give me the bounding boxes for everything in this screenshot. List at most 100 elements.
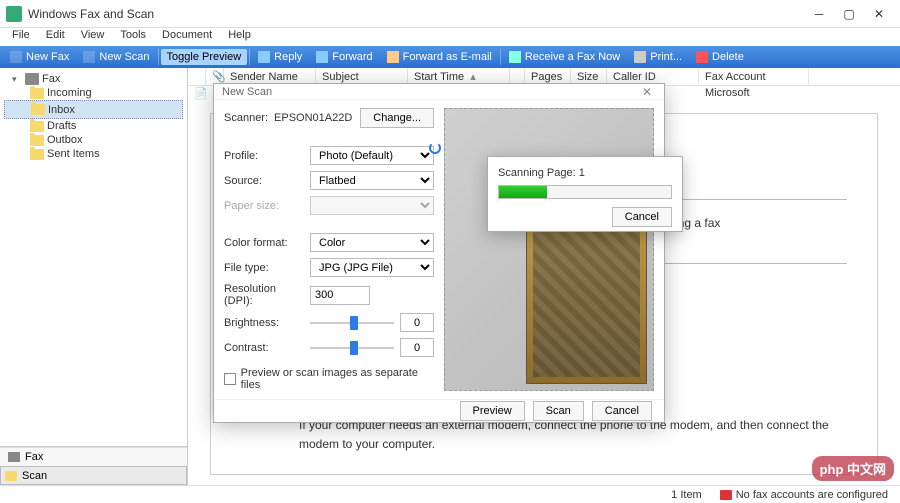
- print-button[interactable]: Print...: [628, 49, 688, 65]
- contrast-slider[interactable]: [310, 341, 394, 355]
- folder-icon: [30, 88, 44, 99]
- source-select[interactable]: Flatbed: [310, 171, 434, 190]
- tree-outbox[interactable]: Outbox: [4, 133, 183, 147]
- separate-files-checkbox-row[interactable]: Preview or scan images as separate files: [224, 367, 434, 391]
- tab-label: Fax: [25, 451, 43, 463]
- dialog-titlebar: New Scan ✕: [214, 84, 664, 100]
- status-fax-accounts: No fax accounts are configured: [720, 489, 888, 501]
- source-row: Source: Flatbed: [224, 171, 434, 190]
- toggle-preview-button[interactable]: Toggle Preview: [161, 49, 248, 65]
- forward-button[interactable]: Forward: [310, 49, 378, 65]
- profile-label: Profile:: [224, 150, 304, 162]
- tab-label: Scan: [22, 470, 47, 482]
- tree-sent-items[interactable]: Sent Items: [4, 147, 183, 161]
- brightness-row: Brightness:: [224, 313, 434, 332]
- warning-icon: [720, 490, 732, 500]
- tree-label: Incoming: [47, 87, 92, 99]
- progress-bar: [498, 185, 672, 199]
- resolution-label: Resolution (DPI):: [224, 283, 304, 307]
- tree-fax-root[interactable]: ▾Fax: [4, 72, 183, 86]
- minimize-button[interactable]: ─: [804, 4, 834, 24]
- watermark: php 中文网: [812, 456, 894, 481]
- view-tabs: Fax Scan: [0, 446, 187, 485]
- menu-edit[interactable]: Edit: [38, 28, 73, 46]
- scanner-value: EPSON01A22D (ET-2850 Ser...: [274, 112, 354, 124]
- new-fax-label: New Fax: [26, 51, 69, 63]
- slider-thumb[interactable]: [350, 316, 358, 330]
- cancel-scan-button[interactable]: Cancel: [612, 207, 672, 227]
- new-scan-icon: [83, 51, 95, 63]
- scanner-label: Scanner:: [224, 112, 268, 124]
- toolbar: New Fax New Scan Toggle Preview Reply Fo…: [0, 46, 900, 68]
- new-scan-button[interactable]: New Scan: [77, 49, 155, 65]
- file-type-select[interactable]: JPG (JPG File): [310, 258, 434, 277]
- dialog-title: New Scan: [222, 86, 272, 98]
- resolution-row: Resolution (DPI):: [224, 283, 434, 307]
- brightness-label: Brightness:: [224, 317, 304, 329]
- status-text: No fax accounts are configured: [736, 489, 888, 501]
- scan-button[interactable]: Scan: [533, 401, 584, 421]
- close-button[interactable]: ✕: [864, 4, 894, 24]
- slider-thumb[interactable]: [350, 341, 358, 355]
- new-scan-label: New Scan: [99, 51, 149, 63]
- brightness-slider[interactable]: [310, 316, 394, 330]
- col-icon[interactable]: [188, 68, 206, 85]
- forward-email-label: Forward as E-mail: [403, 51, 492, 63]
- tree-incoming[interactable]: Incoming: [4, 86, 183, 100]
- sidebar: ▾Fax Incoming Inbox Drafts Outbox Sent I…: [0, 68, 188, 485]
- separator: [500, 49, 501, 65]
- fax-icon: [8, 452, 20, 462]
- delete-icon: [696, 51, 708, 63]
- profile-select[interactable]: Photo (Default): [310, 146, 434, 165]
- preview-button[interactable]: Preview: [460, 401, 525, 421]
- tab-fax[interactable]: Fax: [0, 447, 187, 466]
- tree-label: Inbox: [48, 104, 75, 116]
- sort-asc-icon: ▴: [470, 70, 476, 83]
- tree-drafts[interactable]: Drafts: [4, 119, 183, 133]
- cancel-button[interactable]: Cancel: [592, 401, 652, 421]
- dialog-close-button[interactable]: ✕: [638, 85, 656, 99]
- delete-button[interactable]: Delete: [690, 49, 750, 65]
- contrast-label: Contrast:: [224, 342, 304, 354]
- fax-device-icon: [25, 73, 39, 85]
- menu-view[interactable]: View: [73, 28, 113, 46]
- menu-document[interactable]: Document: [154, 28, 220, 46]
- forward-email-button[interactable]: Forward as E-mail: [381, 49, 498, 65]
- reply-button[interactable]: Reply: [252, 49, 308, 65]
- change-scanner-button[interactable]: Change...: [360, 108, 434, 128]
- profile-row: Profile: Photo (Default): [224, 146, 434, 165]
- tab-scan[interactable]: Scan: [0, 466, 187, 485]
- new-fax-button[interactable]: New Fax: [4, 49, 75, 65]
- folder-icon: [31, 104, 45, 115]
- color-select[interactable]: Color: [310, 233, 434, 252]
- scanner-row: Scanner: EPSON01A22D (ET-2850 Ser... Cha…: [224, 108, 434, 128]
- reply-label: Reply: [274, 51, 302, 63]
- new-fax-icon: [10, 51, 22, 63]
- collapse-icon[interactable]: ▾: [12, 74, 22, 85]
- receive-fax-button[interactable]: Receive a Fax Now: [503, 49, 626, 65]
- maximize-button[interactable]: ▢: [834, 4, 864, 24]
- scanning-progress-popup: Scanning Page: 1 Cancel: [487, 156, 683, 232]
- file-type-label: File type:: [224, 262, 304, 274]
- contrast-value[interactable]: [400, 338, 434, 357]
- forward-label: Forward: [332, 51, 372, 63]
- resolution-input[interactable]: [310, 286, 370, 305]
- menu-tools[interactable]: Tools: [112, 28, 154, 46]
- menu-file[interactable]: File: [4, 28, 38, 46]
- col-label: Start Time: [414, 71, 464, 83]
- app-title: Windows Fax and Scan: [28, 7, 804, 21]
- new-scan-dialog: New Scan ✕ Scanner: EPSON01A22D (ET-2850…: [213, 83, 665, 423]
- brightness-value[interactable]: [400, 313, 434, 332]
- app-icon: [6, 6, 22, 22]
- tree-inbox[interactable]: Inbox: [4, 100, 183, 119]
- contrast-row: Contrast:: [224, 338, 434, 357]
- source-label: Source:: [224, 175, 304, 187]
- folder-icon: [30, 135, 44, 146]
- dialog-footer: Preview Scan Cancel: [214, 399, 664, 422]
- menu-bar: File Edit View Tools Document Help: [0, 28, 900, 46]
- checkbox-icon[interactable]: [224, 373, 236, 385]
- tree-label: Drafts: [47, 120, 76, 132]
- progress-message: Scanning Page: 1: [498, 167, 672, 179]
- menu-help[interactable]: Help: [220, 28, 259, 46]
- col-fax-account[interactable]: Fax Account: [699, 68, 809, 85]
